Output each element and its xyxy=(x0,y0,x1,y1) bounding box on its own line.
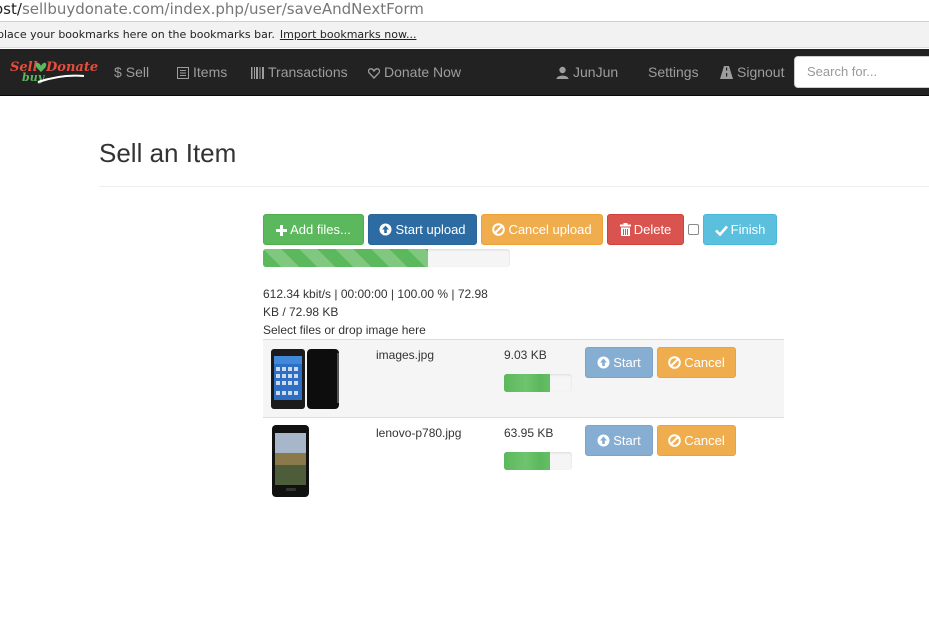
title-divider xyxy=(99,186,929,187)
nav-settings-label: Settings xyxy=(648,64,699,80)
nav-sell-label: Sell xyxy=(125,64,150,80)
file-cancel-button[interactable]: Cancel xyxy=(657,347,736,378)
select-all-checkbox[interactable] xyxy=(688,224,699,235)
status-line-1: 612.34 kbit/s | 00:00:00 | 100.00 % | 72… xyxy=(263,287,488,301)
file-thumbnail xyxy=(272,425,309,497)
file-start-label: Start xyxy=(613,355,641,370)
cancel-upload-button[interactable]: Cancel upload xyxy=(481,214,603,245)
global-progress-bar xyxy=(263,249,510,267)
upload-circle-icon xyxy=(597,434,610,447)
file-start-label: Start xyxy=(613,433,641,448)
file-thumbnail xyxy=(271,349,339,409)
row-divider xyxy=(263,339,784,340)
upload-circle-icon xyxy=(379,223,392,236)
nav-transactions[interactable]: Transactions xyxy=(251,49,348,96)
site-logo[interactable]: Sell Donate buy xyxy=(10,58,98,86)
import-bookmarks-link[interactable]: Import bookmarks now... xyxy=(280,28,417,41)
file-cancel-label: Cancel xyxy=(684,355,725,370)
drop-hint: Select files or drop image here xyxy=(263,323,426,337)
heart-icon xyxy=(367,68,381,79)
checkmark-icon xyxy=(714,225,728,237)
file-start-button[interactable]: Start xyxy=(585,425,653,456)
row-divider xyxy=(263,417,784,418)
delete-label: Delete xyxy=(633,222,672,237)
logo-heart-swoosh xyxy=(35,62,85,83)
file-progress-bar xyxy=(504,452,572,470)
global-progress-fill xyxy=(263,249,429,267)
file-start-button[interactable]: Start xyxy=(585,347,653,378)
nav-items[interactable]: Items xyxy=(177,49,227,96)
file-progress-fill xyxy=(504,452,551,470)
cancel-upload-label: Cancel upload xyxy=(508,222,592,237)
add-files-button[interactable]: Add files... xyxy=(263,214,364,245)
user-icon xyxy=(556,66,569,79)
dollar-icon: $ xyxy=(114,64,122,80)
file-progress-bar xyxy=(504,374,572,392)
list-icon xyxy=(177,67,189,79)
search-input[interactable]: Search for... xyxy=(794,56,929,88)
file-name: images.jpg xyxy=(376,348,435,362)
page-title: Sell an Item xyxy=(99,138,237,168)
nav-signout-label: Signout xyxy=(737,64,785,80)
nav-items-label: Items xyxy=(193,64,228,80)
upload-status: 612.34 kbit/s | 00:00:00 | 100.00 % | 72… xyxy=(263,285,533,339)
nav-donate[interactable]: Donate Now xyxy=(367,49,462,96)
finish-label: Finish xyxy=(730,222,766,237)
bookmarks-hint: place your bookmarks here on the bookmar… xyxy=(0,28,275,41)
url-host-fragment: ost/ xyxy=(0,0,22,18)
browser-url-bar[interactable]: ost/sellbuydonate.com/index.php/user/sav… xyxy=(0,0,929,22)
url-path: sellbuydonate.com/index.php/user/saveAnd… xyxy=(21,0,424,18)
file-progress-fill xyxy=(504,374,551,392)
ban-icon xyxy=(492,223,506,236)
start-upload-label: Start upload xyxy=(395,222,466,237)
file-row: images.jpg 9.03 KB Start Cancel xyxy=(263,339,784,417)
trash-icon xyxy=(619,223,631,236)
file-cancel-button[interactable]: Cancel xyxy=(657,425,736,456)
nav-signout[interactable]: Signout xyxy=(720,49,784,96)
top-navbar: Sell Donate buy $ Sell Items Transactions xyxy=(0,49,929,96)
nav-donate-label: Donate Now xyxy=(384,64,462,80)
file-size: 9.03 KB xyxy=(504,348,547,362)
nav-user[interactable]: JunJun xyxy=(556,49,618,96)
file-name: lenovo-p780.jpg xyxy=(376,426,462,440)
nav-user-label: JunJun xyxy=(573,64,619,80)
start-upload-button[interactable]: Start upload xyxy=(368,214,477,245)
road-icon xyxy=(720,66,733,79)
ban-icon xyxy=(668,356,682,369)
bookmarks-bar: place your bookmarks here on the bookmar… xyxy=(0,22,929,48)
plus-icon xyxy=(276,225,288,236)
nav-settings[interactable]: Settings xyxy=(648,49,699,96)
file-row: lenovo-p780.jpg 63.95 KB Start Cancel xyxy=(263,417,784,497)
ban-icon xyxy=(668,434,682,447)
add-files-label: Add files... xyxy=(290,222,351,237)
delete-button[interactable]: Delete xyxy=(607,214,684,245)
finish-button[interactable]: Finish xyxy=(703,214,777,245)
upload-circle-icon xyxy=(597,356,610,369)
nav-sell[interactable]: $ Sell xyxy=(114,49,149,96)
file-cancel-label: Cancel xyxy=(684,433,725,448)
barcode-icon xyxy=(251,67,264,79)
file-size: 63.95 KB xyxy=(504,426,554,440)
status-line-2: KB / 72.98 KB xyxy=(263,305,339,319)
nav-transactions-label: Transactions xyxy=(268,64,348,80)
